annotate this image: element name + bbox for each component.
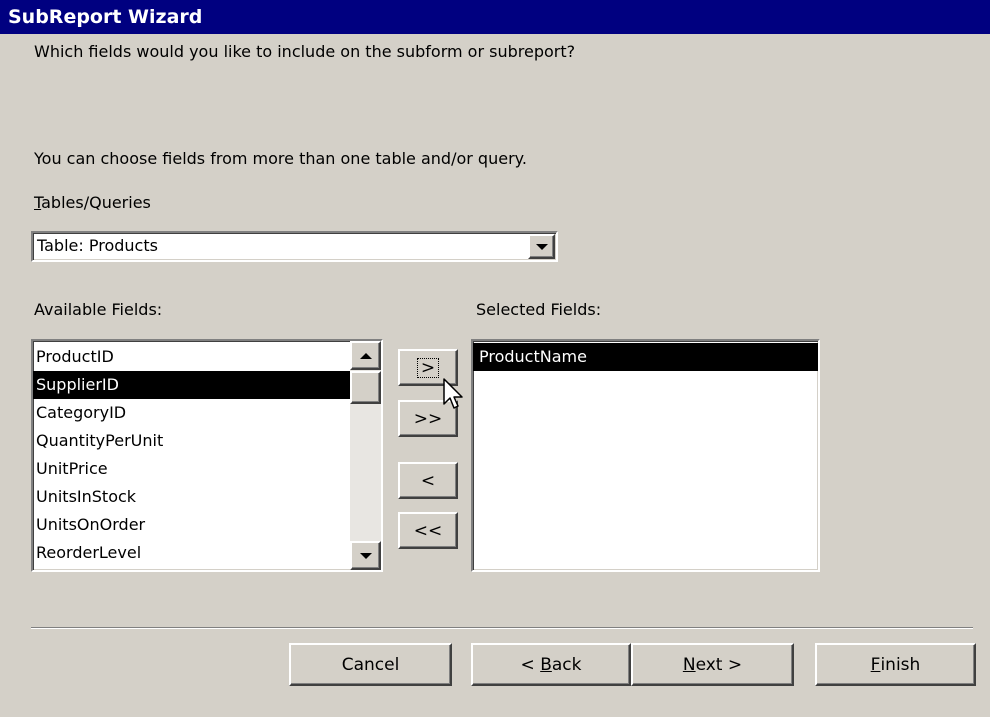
chevron-down-icon: [535, 243, 548, 250]
arrow-down-icon: [359, 552, 372, 559]
available-fields-label: Available Fields:: [34, 300, 163, 319]
separator-highlight: [31, 628, 973, 629]
remove-all-fields-button[interactable]: <<: [398, 512, 458, 549]
available-fields-list[interactable]: ProductID SupplierID CategoryID Quantity…: [31, 339, 383, 572]
back-button[interactable]: < Back: [471, 643, 631, 686]
title-bar: SubReport Wizard: [0, 0, 990, 34]
intro-hint: You can choose fields from more than one…: [34, 149, 527, 168]
window-title: SubReport Wizard: [8, 6, 203, 28]
vertical-scrollbar[interactable]: [350, 341, 381, 570]
tables-queries-value: Table: Products: [37, 236, 158, 255]
list-item[interactable]: QuantityPerUnit: [33, 427, 350, 455]
list-item[interactable]: SupplierID: [33, 371, 350, 399]
arrow-up-icon: [359, 352, 372, 359]
dropdown-button[interactable]: [528, 234, 555, 259]
tables-queries-label: Tables/Queries: [34, 193, 151, 212]
cancel-button[interactable]: Cancel: [289, 643, 452, 686]
list-item[interactable]: UnitPrice: [33, 455, 350, 483]
tables-queries-combobox[interactable]: Table: Products: [31, 231, 558, 262]
remove-field-button[interactable]: <: [398, 462, 458, 499]
mouse-pointer-icon: [443, 378, 463, 409]
list-item[interactable]: ProductName: [473, 343, 818, 371]
scroll-thumb[interactable]: [350, 371, 381, 404]
list-item[interactable]: ProductID: [33, 343, 350, 371]
selected-fields-list[interactable]: ProductName: [471, 339, 820, 572]
available-fields-items: ProductID SupplierID CategoryID Quantity…: [33, 343, 350, 570]
intro-question: Which fields would you like to include o…: [34, 42, 576, 61]
list-item[interactable]: UnitsInStock: [33, 483, 350, 511]
scroll-down-button[interactable]: [350, 541, 381, 570]
list-item[interactable]: UnitsOnOrder: [33, 511, 350, 539]
selected-fields-label: Selected Fields:: [476, 300, 602, 319]
scroll-up-button[interactable]: [350, 341, 381, 370]
next-button[interactable]: Next >: [631, 643, 794, 686]
list-item[interactable]: CategoryID: [33, 399, 350, 427]
selected-fields-items: ProductName: [473, 343, 818, 570]
list-item[interactable]: ReorderLevel: [33, 539, 350, 567]
finish-button[interactable]: Finish: [815, 643, 976, 686]
